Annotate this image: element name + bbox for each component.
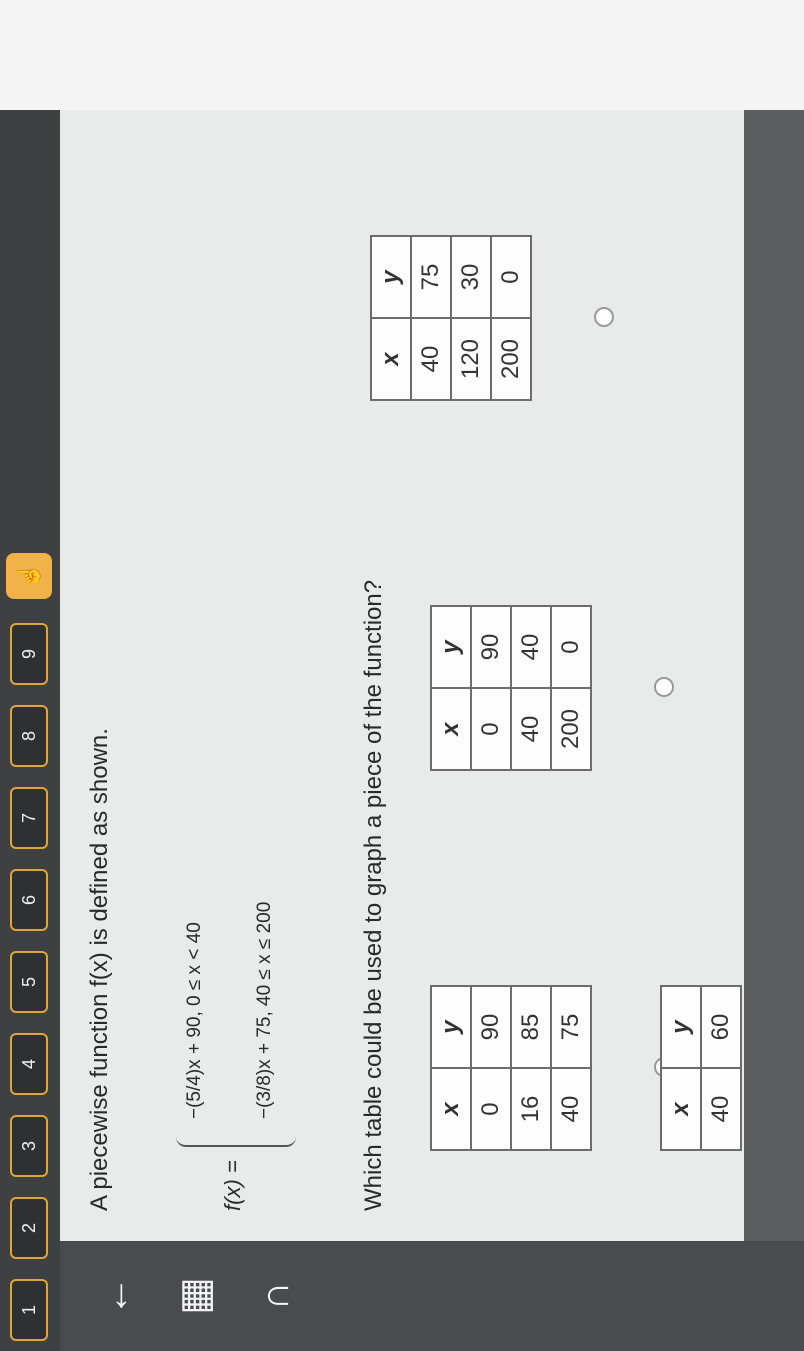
choice-d[interactable]: xy 40 60 bbox=[660, 985, 742, 1151]
table-cell: 40 bbox=[511, 606, 551, 688]
choice-b-radio[interactable] bbox=[654, 677, 674, 697]
nav-button[interactable]: 4 bbox=[10, 1033, 48, 1095]
table-cell: 0 bbox=[551, 606, 591, 688]
taskbar: 🎨 ▤ bbox=[60, 0, 804, 110]
question-prompt: A piecewise function f(x) is defined as … bbox=[86, 728, 113, 1211]
table-cell: 40 bbox=[701, 1068, 741, 1150]
choice-table: xy 0 90 16 85 40 75 bbox=[430, 985, 592, 1151]
table-cell: 16 bbox=[511, 1068, 551, 1150]
function-piece-1: −(5/4)x + 90, 0 ≤ x < 40 bbox=[184, 922, 205, 1119]
table-cell: 90 bbox=[471, 606, 511, 688]
table-cell: 200 bbox=[491, 318, 531, 400]
table-cell: 0 bbox=[471, 1068, 511, 1150]
table-cell: 40 bbox=[551, 1068, 591, 1150]
tool-column: ← ▦ ∩ bbox=[60, 1241, 804, 1351]
headphones-icon[interactable]: ∩ bbox=[240, 1241, 310, 1351]
table-header: x bbox=[661, 1068, 701, 1150]
table-cell: 75 bbox=[551, 986, 591, 1068]
table-cell: 0 bbox=[491, 236, 531, 318]
table-cell: 0 bbox=[471, 688, 511, 770]
nav-button[interactable]: 8 bbox=[10, 705, 48, 767]
table-cell: 40 bbox=[411, 318, 451, 400]
brace bbox=[176, 1127, 296, 1147]
table-header: y bbox=[431, 986, 471, 1068]
nav-button[interactable]: 9 bbox=[10, 623, 48, 685]
question-text: Which table could be used to graph a pie… bbox=[360, 579, 387, 1211]
rotated-screen: 1 2 3 4 5 6 7 8 9 ☝ ← ▦ ∩ A piecewise fu… bbox=[0, 0, 804, 1351]
nav-button[interactable]: 6 bbox=[10, 869, 48, 931]
nav-button[interactable]: 7 bbox=[10, 787, 48, 849]
back-arrow-icon[interactable]: ← bbox=[80, 1241, 150, 1351]
calculator-icon[interactable]: ▦ bbox=[160, 1241, 230, 1351]
table-header: y bbox=[371, 236, 411, 318]
choice-c[interactable]: xy 40 75 120 30 200 0 bbox=[370, 235, 614, 401]
function-piece-2: −(3/8)x + 75, 40 ≤ x ≤ 200 bbox=[254, 901, 275, 1119]
table-cell: 120 bbox=[451, 318, 491, 400]
table-cell: 85 bbox=[511, 986, 551, 1068]
table-cell: 90 bbox=[471, 986, 511, 1068]
nav-button[interactable]: 3 bbox=[10, 1115, 48, 1177]
table-header: x bbox=[431, 688, 471, 770]
table-header: x bbox=[431, 1068, 471, 1150]
table-cell: 60 bbox=[701, 986, 741, 1068]
table-header: x bbox=[371, 318, 411, 400]
table-header: y bbox=[661, 986, 701, 1068]
nav-button[interactable]: 1 bbox=[10, 1279, 48, 1341]
nav-button[interactable]: 2 bbox=[10, 1197, 48, 1259]
table-cell: 75 bbox=[411, 236, 451, 318]
table-cell: 200 bbox=[551, 688, 591, 770]
choice-b[interactable]: xy 0 90 40 40 200 0 bbox=[430, 605, 674, 771]
nav-button[interactable]: 5 bbox=[10, 951, 48, 1013]
table-header: y bbox=[431, 606, 471, 688]
choice-table: xy 40 60 bbox=[660, 985, 742, 1151]
table-cell: 30 bbox=[451, 236, 491, 318]
question-panel: A piecewise function f(x) is defined as … bbox=[60, 110, 744, 1241]
piecewise-function: f(x) = −(5/4)x + 90, 0 ≤ x < 40 −(3/8)x … bbox=[170, 611, 310, 1211]
choice-table: xy 40 75 120 30 200 0 bbox=[370, 235, 532, 401]
choice-c-radio[interactable] bbox=[594, 307, 614, 327]
function-label: f(x) = bbox=[220, 1160, 245, 1211]
table-cell: 40 bbox=[511, 688, 551, 770]
taskbar-edge bbox=[0, 0, 60, 110]
question-nav-bar: 1 2 3 4 5 6 7 8 9 ☝ bbox=[0, 0, 60, 1351]
hand-pointer-icon[interactable]: ☝ bbox=[6, 553, 52, 599]
choice-table: xy 0 90 40 40 200 0 bbox=[430, 605, 592, 771]
choice-a[interactable]: xy 0 90 16 85 40 75 bbox=[430, 985, 674, 1151]
